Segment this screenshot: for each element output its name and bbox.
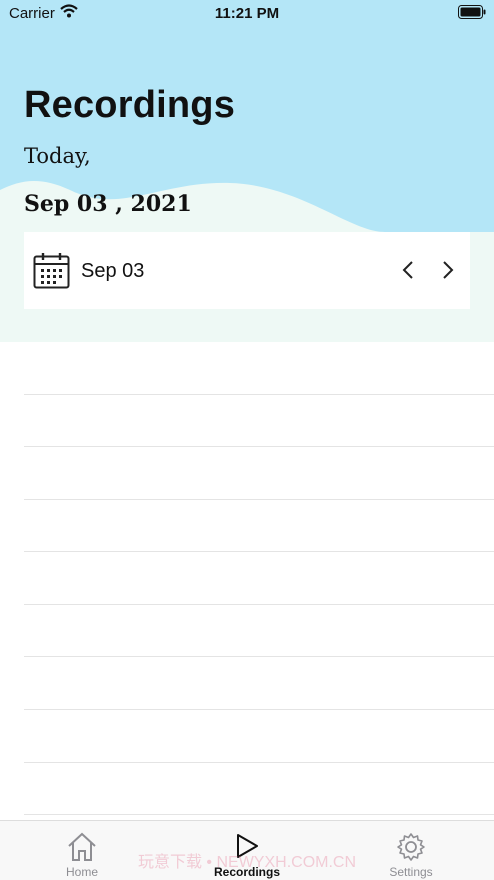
battery-icon [458, 5, 486, 19]
list-item[interactable] [24, 762, 494, 763]
list-item[interactable] [24, 709, 494, 710]
current-date: Sep 03 , 2021 [24, 191, 192, 217]
list-item[interactable] [24, 551, 494, 552]
next-date-chevron-right-icon[interactable] [435, 258, 459, 282]
recordings-list [0, 342, 494, 820]
status-bar: Carrier 11:21 PM [0, 0, 494, 26]
list-item[interactable] [24, 814, 494, 815]
selected-date-label: Sep 03 [81, 260, 145, 282]
today-label: Today, [24, 144, 91, 168]
list-item[interactable] [24, 499, 494, 500]
list-item[interactable] [24, 446, 494, 447]
calendar-icon[interactable] [33, 252, 70, 289]
watermark: 玩意下载 • NEWYXH.COM.CN [137, 854, 357, 871]
list-item[interactable] [24, 656, 494, 657]
list-item[interactable] [24, 394, 494, 395]
page-title: Recordings [24, 84, 236, 126]
date-picker[interactable]: Sep 03 [24, 232, 470, 309]
list-item[interactable] [24, 604, 494, 605]
status-time: 11:21 PM [214, 5, 280, 22]
previous-date-chevron-left-icon[interactable] [397, 258, 421, 282]
